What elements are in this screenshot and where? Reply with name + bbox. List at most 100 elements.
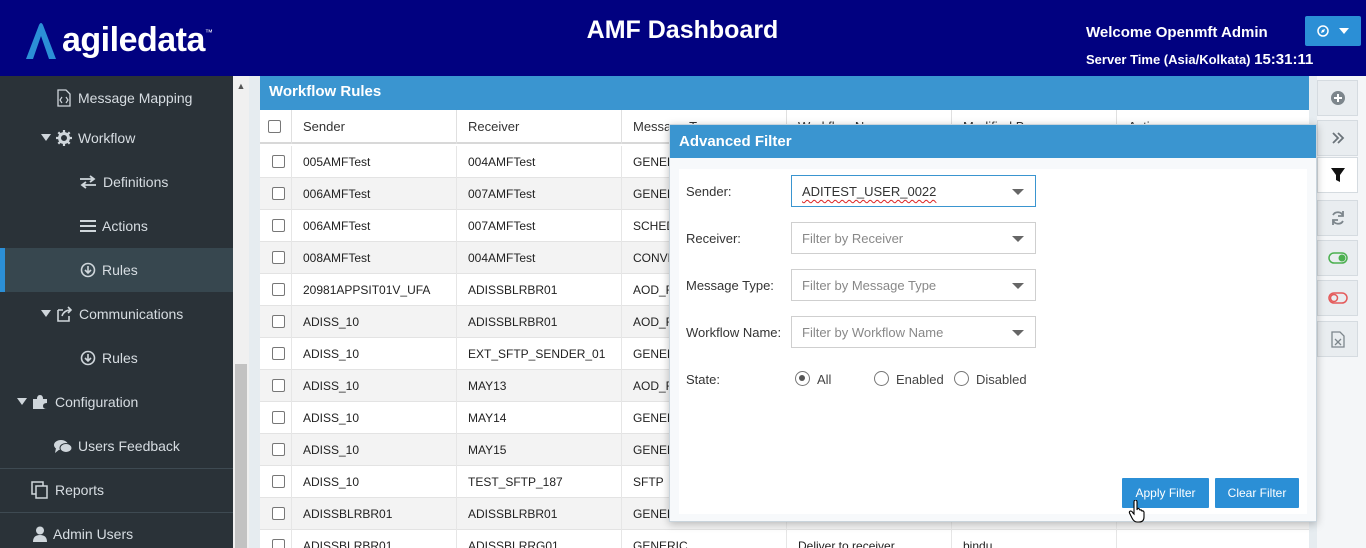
workflow-name-select[interactable]: Filter by Workflow Name	[791, 316, 1036, 348]
receiver-select[interactable]: Filter by Receiver	[791, 222, 1036, 254]
cell-sender: ADISS_10	[291, 402, 456, 434]
sidebar-item-admin-users[interactable]: Admin Users	[0, 512, 233, 548]
row-checkbox[interactable]	[272, 475, 285, 488]
logo-trademark: ™	[204, 27, 213, 37]
sidebar-item-label: Rules	[102, 350, 138, 366]
logo-text: agiledata	[62, 20, 205, 59]
cell-sender: ADISS_10	[291, 434, 456, 466]
puzzle-icon	[33, 395, 47, 409]
row-checkbox[interactable]	[272, 507, 285, 520]
state-radio-disabled[interactable]	[954, 371, 969, 386]
receiver-placeholder: Filter by Receiver	[802, 231, 904, 246]
copy-icon	[31, 481, 48, 499]
state-label-all: All	[817, 372, 832, 387]
cell-sender: ADISSBLRBR01	[291, 530, 456, 548]
sidebar-item-actions[interactable]: Actions	[0, 204, 233, 248]
disable-all-button[interactable]	[1317, 280, 1358, 316]
cell-workflow: Deliver to receiver	[786, 530, 951, 548]
code-file-icon	[57, 89, 71, 107]
sidebar-item-comm-rules[interactable]: Rules	[0, 336, 233, 380]
compass-icon	[1317, 25, 1329, 37]
cell-receiver: MAY14	[456, 402, 621, 434]
logo-mark-icon	[26, 23, 56, 59]
list-icon	[80, 220, 96, 232]
sidebar-item-definitions[interactable]: Definitions	[0, 160, 233, 204]
row-checkbox[interactable]	[272, 251, 285, 264]
user-icon	[33, 526, 47, 542]
column-header-receiver[interactable]: Receiver	[456, 110, 621, 144]
row-checkbox[interactable]	[272, 219, 285, 232]
excel-icon	[1330, 330, 1345, 348]
cell-receiver: ADISSBLRBR01	[456, 306, 621, 338]
state-label: State:	[686, 372, 720, 387]
enable-all-button[interactable]	[1317, 240, 1358, 276]
sidebar-item-rules[interactable]: Rules	[0, 248, 233, 292]
cell-sender: ADISSBLRBR01	[291, 498, 456, 530]
row-checkbox[interactable]	[272, 539, 285, 548]
row-checkbox[interactable]	[272, 187, 285, 200]
circle-down-icon	[80, 262, 96, 278]
server-time-label: Server Time (Asia/Kolkata)	[1086, 52, 1251, 67]
export-excel-button[interactable]	[1317, 321, 1358, 357]
column-header-sender[interactable]: Sender	[291, 110, 456, 144]
cell-actions	[1116, 530, 1309, 548]
cell-receiver: EXT_SFTP_SENDER_01	[456, 338, 621, 370]
row-checkbox[interactable]	[272, 443, 285, 456]
message-type-placeholder: Filter by Message Type	[802, 278, 937, 293]
receiver-label: Receiver:	[686, 231, 741, 246]
sidebar-item-communications[interactable]: Communications	[0, 292, 233, 336]
add-button[interactable]	[1317, 80, 1358, 116]
sidebar-item-reports[interactable]: Reports	[0, 468, 233, 512]
sidebar-scroll-thumb[interactable]	[235, 364, 247, 548]
exchange-arrows-icon	[80, 175, 96, 189]
cell-receiver: 007AMFTest	[456, 178, 621, 210]
cell-sender: ADISS_10	[291, 466, 456, 498]
filter-button[interactable]	[1317, 157, 1358, 193]
row-checkbox[interactable]	[272, 315, 285, 328]
row-checkbox[interactable]	[272, 411, 285, 424]
workflow-name-placeholder: Filter by Workflow Name	[802, 325, 944, 340]
dialog-title: Advanced Filter	[670, 125, 1316, 158]
message-type-select[interactable]: Filter by Message Type	[791, 269, 1036, 301]
agiledata-logo[interactable]: agiledata ™	[22, 18, 213, 62]
cell-sender: 006AMFTest	[291, 178, 456, 210]
app-header: agiledata ™ AMF Dashboard Welcome Openmf…	[0, 0, 1366, 76]
user-menu-button[interactable]	[1305, 16, 1361, 46]
clear-filter-button[interactable]: Clear Filter	[1215, 478, 1299, 508]
cell-receiver: MAY15	[456, 434, 621, 466]
sidebar-item-label: Message Mapping	[78, 90, 193, 106]
row-checkbox[interactable]	[272, 379, 285, 392]
sidebar-item-label: Admin Users	[53, 526, 134, 542]
sidebar-item-label: Rules	[102, 262, 138, 278]
chevron-down-icon	[1012, 283, 1024, 289]
refresh-button[interactable]	[1317, 200, 1358, 236]
double-chevron-right-icon	[1331, 132, 1344, 144]
message-type-label: Message Type:	[686, 278, 774, 293]
sidebar-item-label: Communications	[79, 306, 184, 322]
collapse-button[interactable]	[1317, 120, 1358, 156]
scroll-up-arrow-icon[interactable]: ▲	[233, 76, 249, 96]
cell-receiver: 004AMFTest	[456, 242, 621, 274]
cell-sender: 20981APPSIT01V_UFA	[291, 274, 456, 306]
row-checkbox[interactable]	[272, 347, 285, 360]
sidebar-item-message-mapping[interactable]: Message Mapping	[0, 76, 233, 120]
server-clock: 15:31:11	[1254, 51, 1314, 68]
state-label-enabled: Enabled	[896, 372, 944, 387]
table-row[interactable]: ADISSBLRBR01 ADISSBLRRG01 GENERIC Deliver t…	[260, 530, 1309, 548]
sidebar-item-label: Definitions	[103, 174, 169, 190]
cell-msg-type: GENERIC	[621, 530, 786, 548]
select-all-checkbox[interactable]	[268, 120, 281, 133]
sender-select[interactable]: ADITEST_USER_0022	[791, 175, 1036, 207]
caret-down-icon	[1339, 28, 1349, 34]
row-checkbox[interactable]	[272, 155, 285, 168]
caret-down-icon	[41, 134, 51, 141]
hand-cursor-icon	[1128, 500, 1145, 523]
state-radio-all[interactable]	[795, 371, 810, 386]
sidebar-item-users-feedback[interactable]: Users Feedback	[0, 424, 233, 468]
cell-receiver: ADISSBLRRG01	[456, 530, 621, 548]
cell-receiver: 007AMFTest	[456, 210, 621, 242]
sidebar-item-workflow[interactable]: Workflow	[0, 116, 233, 160]
state-radio-enabled[interactable]	[874, 371, 889, 386]
sidebar-item-configuration[interactable]: Configuration	[0, 380, 233, 424]
row-checkbox[interactable]	[272, 283, 285, 296]
